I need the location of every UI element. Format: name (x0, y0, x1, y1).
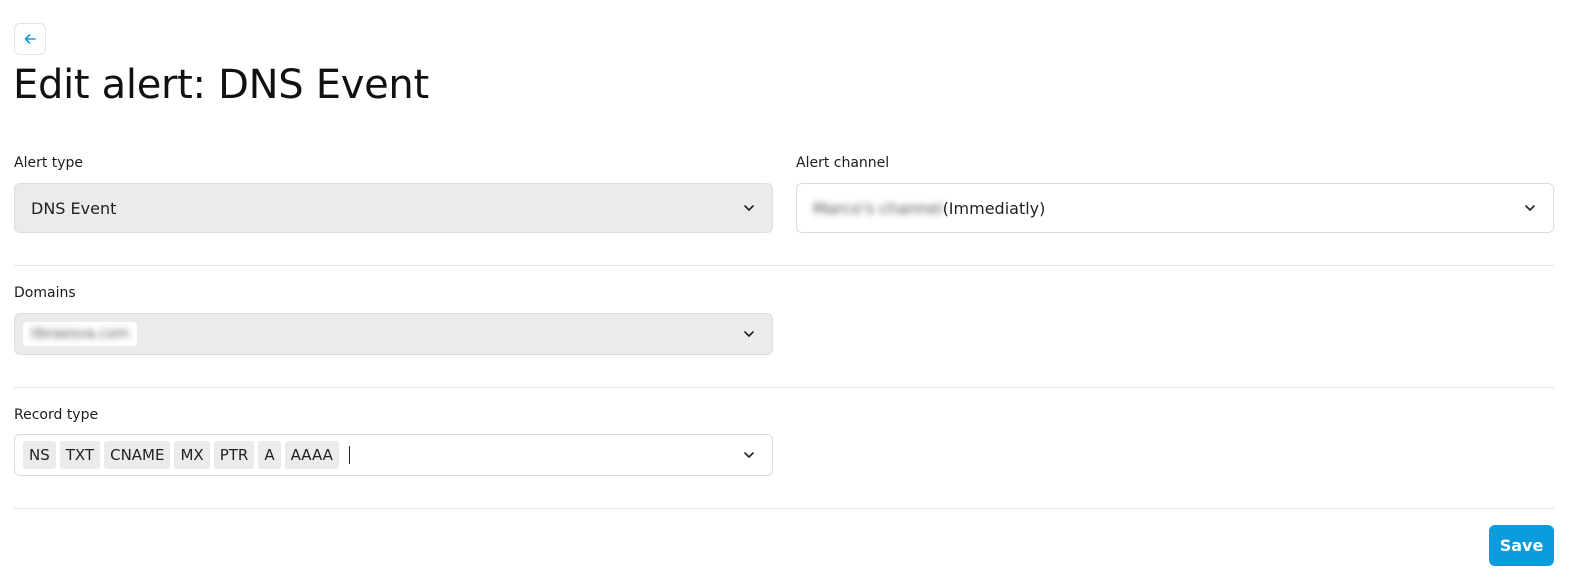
domain-chip: libraesva.com (23, 322, 138, 346)
domain-chip-label-redacted: libraesva.com (31, 326, 130, 342)
alert-channel-label: Alert channel (796, 155, 890, 171)
alert-channel-select[interactable]: Marco's channel (Immediatly) (796, 183, 1554, 233)
record-type-tag[interactable]: NS (23, 441, 56, 469)
record-type-label: Record type (14, 407, 99, 423)
record-type-tag[interactable]: TXT (59, 441, 101, 469)
back-button[interactable] (14, 23, 46, 55)
record-type-tag[interactable]: AAAA (284, 441, 339, 469)
domains-label: Domains (14, 285, 76, 301)
section-divider (14, 387, 1554, 388)
text-cursor[interactable] (348, 446, 350, 464)
chevron-down-icon (744, 452, 754, 458)
section-divider (14, 508, 1554, 509)
record-type-tag[interactable]: PTR (213, 441, 255, 469)
alert-channel-value: Marco's channel (Immediatly) (813, 199, 1523, 218)
domains-value: libraesva.com (23, 322, 742, 346)
alert-channel-frequency: (Immediatly) (942, 198, 1046, 218)
alert-type-label: Alert type (14, 155, 84, 171)
alert-type-select[interactable]: DNS Event (14, 183, 773, 233)
save-button[interactable]: Save (1489, 525, 1554, 566)
arrow-left-icon (24, 34, 36, 44)
edit-alert-page: Edit alert: DNS Event Alert type DNS Eve… (0, 0, 1581, 584)
record-type-select[interactable]: NS TXT CNAME MX PTR A AAAA (14, 434, 773, 476)
section-divider (14, 265, 1554, 266)
page-title: Edit alert: DNS Event (13, 62, 429, 108)
record-type-tags: NS TXT CNAME MX PTR A AAAA (23, 441, 742, 469)
chevron-down-icon (744, 205, 754, 211)
alert-type-value: DNS Event (31, 198, 117, 218)
chevron-down-icon (744, 331, 754, 337)
alert-channel-name-redacted: Marco's channel (813, 198, 943, 218)
record-type-tag[interactable]: CNAME (104, 441, 171, 469)
chevron-down-icon (1525, 205, 1535, 211)
record-type-tag[interactable]: MX (174, 441, 210, 469)
record-type-tag[interactable]: A (258, 441, 281, 469)
domains-select[interactable]: libraesva.com (14, 313, 773, 355)
